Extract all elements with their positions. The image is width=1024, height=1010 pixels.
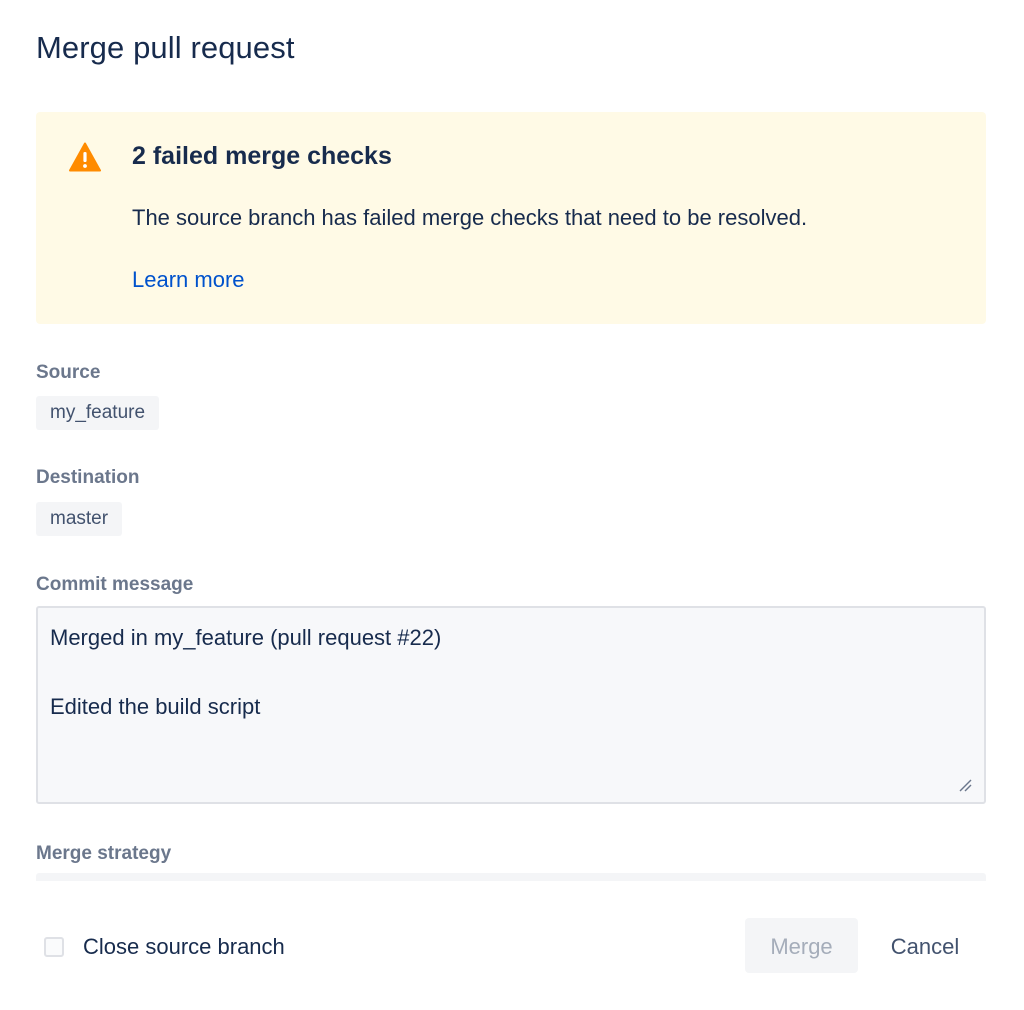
destination-label: Destination (36, 467, 140, 488)
commit-message-textarea[interactable]: Merged in my_feature (pull request #22) … (36, 606, 986, 804)
merge-strategy-select[interactable] (36, 873, 986, 881)
source-branch-tag: my_feature (36, 396, 160, 430)
merge-strategy-label: Merge strategy (36, 843, 172, 864)
failed-checks-banner: 2 failed merge checks The source branch … (36, 112, 986, 324)
cancel-button[interactable]: Cancel (870, 918, 980, 973)
commit-message-line: Edited the build script (50, 694, 261, 719)
dialog-title: Merge pull request (36, 30, 295, 65)
commit-message-line: Merged in my_feature (pull request #22) (50, 625, 442, 650)
banner-heading: 2 failed merge checks (132, 142, 392, 170)
merge-pull-request-dialog: Merge pull request 2 failed merge checks… (0, 0, 1024, 1010)
warning-triangle-icon (69, 142, 101, 172)
close-source-branch-label[interactable]: Close source branch (83, 934, 285, 960)
close-source-branch-option[interactable]: Close source branch (44, 930, 285, 964)
learn-more-link[interactable]: Learn more (132, 267, 245, 293)
close-source-branch-checkbox[interactable] (44, 937, 64, 957)
resize-handle-icon[interactable] (958, 778, 972, 792)
merge-button[interactable]: Merge (745, 918, 858, 973)
commit-message-label: Commit message (36, 574, 194, 595)
banner-message: The source branch has failed merge check… (132, 205, 808, 230)
source-label: Source (36, 362, 101, 383)
destination-branch-tag: master (36, 502, 123, 536)
